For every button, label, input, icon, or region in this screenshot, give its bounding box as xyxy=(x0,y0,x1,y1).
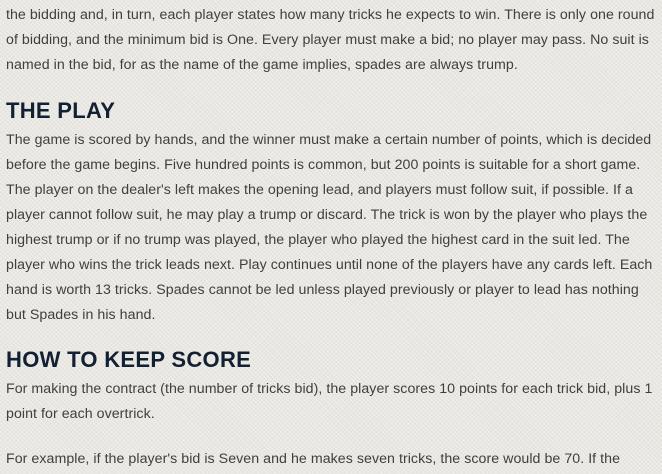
paragraph-bidding: the bidding and, in turn, each player st… xyxy=(6,7,655,73)
article-content: the bidding and, in turn, each player st… xyxy=(6,3,656,472)
paragraph-the-play: The game is scored by hands, and the win… xyxy=(6,132,653,323)
paragraph-example: For example, if the player's bid is Seve… xyxy=(6,451,621,467)
heading-how-to-keep-score: HOW TO KEEP SCORE xyxy=(6,347,252,372)
paragraph-keep-score: For making the contract (the number of t… xyxy=(6,381,653,422)
heading-the-play: THE PLAY xyxy=(6,98,116,123)
